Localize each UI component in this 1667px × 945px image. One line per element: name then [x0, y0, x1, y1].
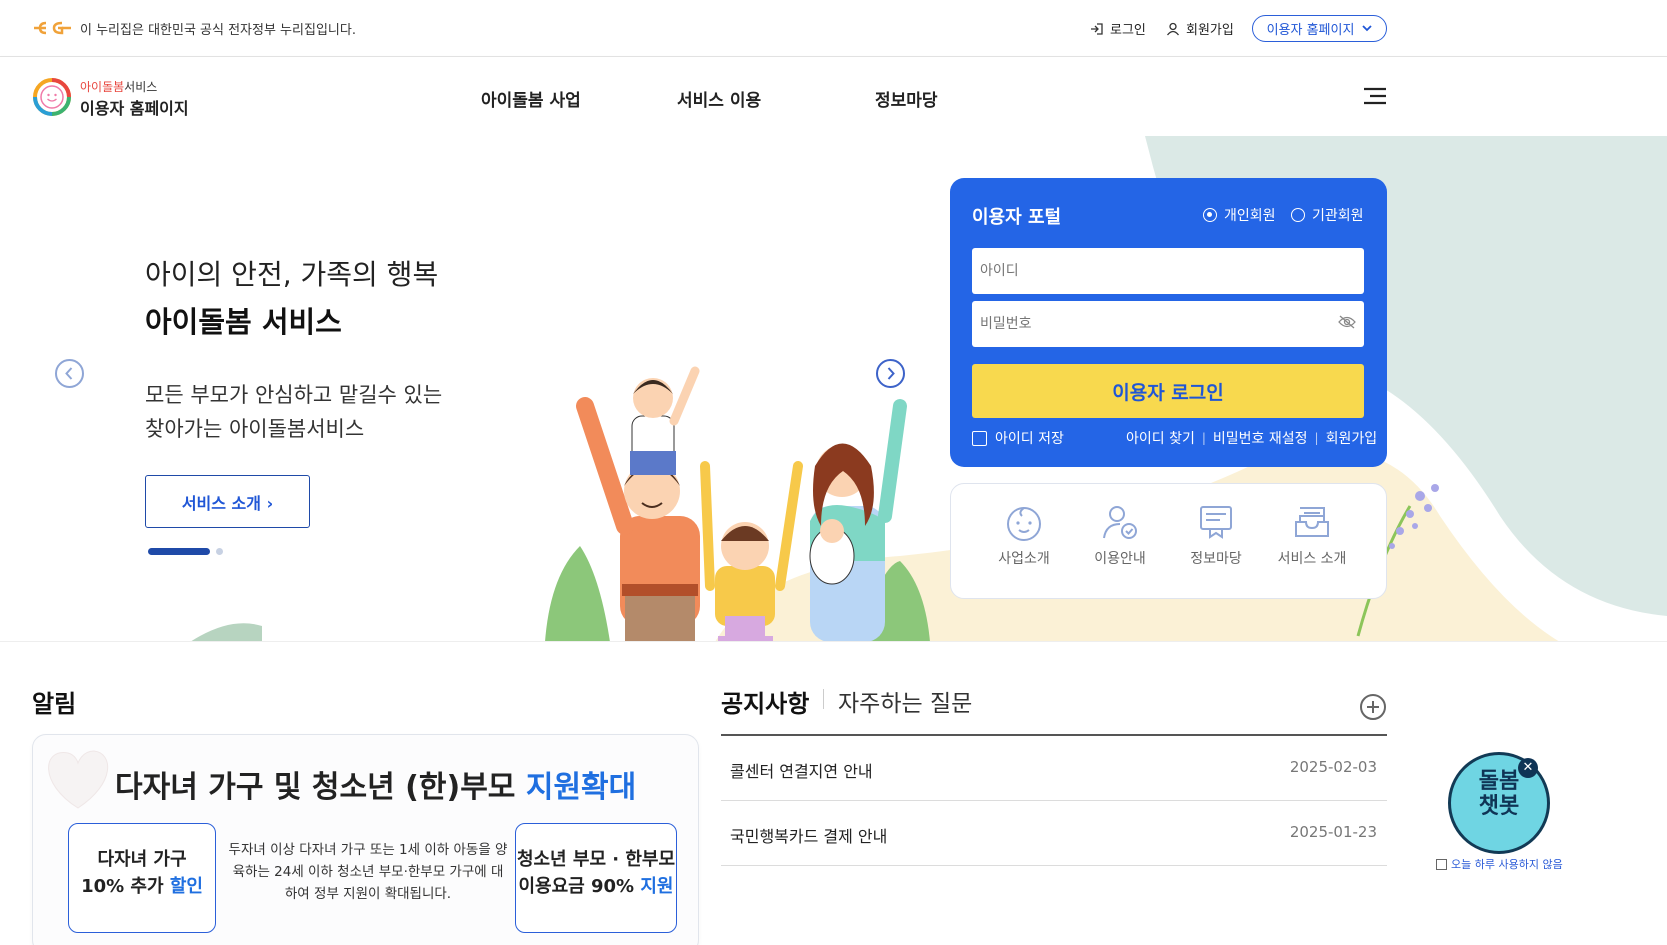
board-icon: [1200, 506, 1232, 539]
radio-personal-member[interactable]: 개인회원: [1203, 205, 1276, 225]
hero-title: 아이돌봄 서비스: [145, 305, 342, 339]
radio-checked-icon: [1203, 208, 1217, 222]
find-id-link[interactable]: 아이디 찾기: [1126, 428, 1195, 448]
family-illustration: [545, 366, 930, 641]
save-id-label: 아이디 저장: [995, 431, 1064, 447]
tab-notice[interactable]: 공지사항: [721, 684, 809, 719]
hero-description-line1: 모든 부모가 안심하고 맡길수 있는: [145, 383, 443, 407]
notice-heading: 알림: [32, 690, 77, 718]
save-id-checkbox[interactable]: 아이디 저장: [972, 428, 1064, 448]
user-icon: [1166, 22, 1180, 35]
nav-item-business[interactable]: 아이돌봄 사업: [481, 86, 581, 111]
board-item-date: 2025-01-23: [1289, 823, 1377, 841]
login-helper-links: 아이디 찾기 | 비밀번호 재설정 | 회원가입: [1126, 428, 1377, 448]
radio-org-label: 기관회원: [1312, 208, 1364, 224]
board-list-item[interactable]: 국민행복카드 결제 안내 2025-01-23: [721, 801, 1387, 866]
link-divider: |: [1314, 431, 1319, 445]
logo-subtitle: 아이돌봄서비스: [80, 80, 158, 94]
logo-title[interactable]: 이용자 홈페이지: [80, 95, 189, 119]
checkbox-icon: [972, 430, 987, 446]
chatbot-hide-today-checkbox[interactable]: 오늘 하루 사용하지 않음: [1436, 856, 1563, 872]
banner-title: 다자녀 가구 및 청소년 (한)부모 지원확대: [115, 770, 637, 805]
user-check-icon: [1103, 506, 1137, 539]
quick-item-label: 서비스 소개: [1277, 551, 1347, 567]
login-submit-button[interactable]: 이용자 로그인: [972, 364, 1364, 418]
quick-item-business-intro[interactable]: 사업소개: [979, 502, 1069, 568]
next-slide-button[interactable]: [876, 359, 905, 388]
radio-org-member[interactable]: 기관회원: [1291, 205, 1364, 225]
board-item-date: 2025-02-03: [1289, 758, 1377, 776]
site-logo-icon[interactable]: [32, 77, 72, 117]
radio-personal-label: 개인회원: [1224, 208, 1276, 224]
hero-tagline: 아이의 안전, 가족의 행복: [145, 258, 439, 291]
gov-banner-text: 이 누리집은 대한민국 공식 전자정부 누리집입니다.: [80, 23, 356, 38]
quick-menu: 사업소개 이용안내 정보마당 서비스 소개: [950, 483, 1387, 599]
nav-item-service[interactable]: 서비스 이용: [677, 86, 761, 111]
more-plus-icon[interactable]: [1360, 694, 1386, 720]
login-icon: [1091, 22, 1103, 35]
site-select-dropdown[interactable]: 이용자 홈페이지: [1252, 15, 1387, 42]
banner-card-teen-parent: 청소년 부모 · 한부모 이용요금 90% 지원: [515, 823, 677, 933]
tab-faq[interactable]: 자주하는 질문: [838, 684, 972, 718]
board-list-item[interactable]: 콜센터 연결지연 안내 2025-02-03: [721, 736, 1387, 801]
top-login-link[interactable]: 로그인: [1090, 19, 1146, 38]
slide-indicator-active[interactable]: [148, 548, 210, 555]
nav-item-info[interactable]: 정보마당: [875, 86, 938, 111]
hero-description-line2: 찾아가는 아이돌봄서비스: [145, 417, 365, 441]
chatbot-hide-today-label: 오늘 하루 사용하지 않음: [1451, 858, 1563, 871]
login-panel: 이용자 포털 개인회원 기관회원 이용자 로그인 아이디 저장 아이디 찾기 |…: [950, 178, 1387, 467]
eye-off-icon[interactable]: [1338, 315, 1356, 329]
login-panel-title: 이용자 포털: [972, 207, 1062, 228]
board-item-title: 국민행복카드 결제 안내: [730, 827, 888, 846]
board-item-title: 콜센터 연결지연 안내: [730, 762, 873, 781]
quick-item-label: 정보마당: [1190, 551, 1242, 567]
service-intro-button[interactable]: 서비스 소개 ›: [145, 475, 310, 528]
gov-banner: 이 누리집은 대한민국 공식 전자정부 누리집입니다. 로그인 회원가입 이용자…: [0, 0, 1667, 57]
top-login-label: 로그인: [1110, 23, 1146, 38]
site-header: 아이돌봄서비스 이용자 홈페이지 아이돌봄 사업 서비스 이용 정보마당: [0, 57, 1667, 136]
site-select-value: 이용자 홈페이지: [1266, 23, 1355, 38]
top-signup-label: 회원가입: [1186, 23, 1234, 38]
chevron-left-icon: [65, 367, 73, 380]
chatbot-close-icon[interactable]: ✕: [1518, 758, 1538, 778]
hamburger-menu-icon[interactable]: [1362, 84, 1388, 108]
plus-icon: [1367, 701, 1379, 713]
chevron-right-icon: [887, 367, 895, 380]
quick-item-label: 사업소개: [998, 551, 1050, 567]
inbox-icon: [1295, 507, 1329, 537]
banner-description: 두자녀 이상 다자녀 가구 또는 1세 이하 아동을 양육하는 24세 이하 청…: [228, 842, 508, 902]
quick-item-usage-guide[interactable]: 이용안내: [1075, 502, 1165, 568]
banner-card-multi-child: 다자녀 가구 10% 추가 할인: [68, 823, 216, 933]
slide-indicator[interactable]: [216, 548, 223, 555]
top-signup-link[interactable]: 회원가입: [1166, 19, 1234, 38]
gov-emblem-icon: [34, 21, 71, 35]
user-id-input[interactable]: [972, 248, 1364, 294]
baby-face-icon: [1007, 507, 1041, 541]
link-divider: |: [1201, 431, 1206, 445]
signup-link[interactable]: 회원가입: [1326, 428, 1378, 448]
checkbox-icon: [1436, 858, 1447, 870]
quick-item-label: 이용안내: [1094, 551, 1146, 567]
prev-slide-button[interactable]: [55, 359, 84, 388]
radio-unchecked-icon: [1291, 208, 1305, 222]
quick-item-info-board[interactable]: 정보마당: [1171, 502, 1261, 568]
reset-password-link[interactable]: 비밀번호 재설정: [1213, 428, 1308, 448]
notice-banner[interactable]: 다자녀 가구 및 청소년 (한)부모 지원확대 다자녀 가구 10% 추가 할인…: [32, 734, 699, 945]
hero-section: 아이의 안전, 가족의 행복 아이돌봄 서비스 모든 부모가 안심하고 맡길수 …: [0, 136, 1667, 642]
tab-divider: [823, 689, 824, 709]
heart-decoration: [48, 750, 109, 809]
password-input[interactable]: [972, 301, 1364, 347]
quick-item-service-intro[interactable]: 서비스 소개: [1267, 502, 1357, 568]
chevron-down-icon: [1362, 25, 1373, 32]
